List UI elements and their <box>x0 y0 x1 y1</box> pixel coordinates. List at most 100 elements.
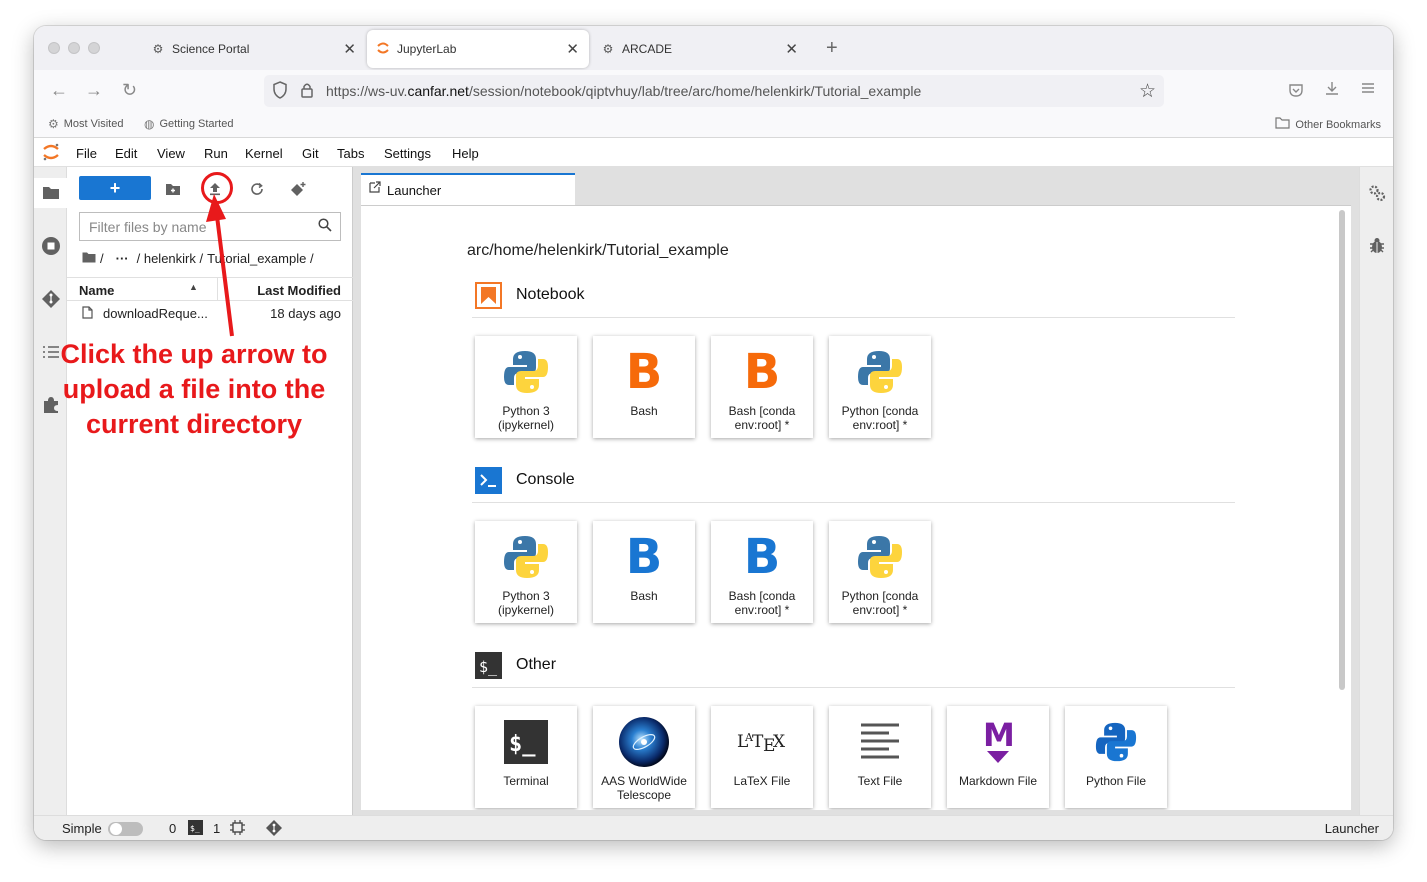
browser-tab-arcade[interactable]: ⚙ ARCADE ✕ <box>590 30 808 68</box>
launcher-card-text-file[interactable]: Text File <box>829 706 931 808</box>
crumb-ellipsis[interactable]: ··· <box>116 251 129 266</box>
card-label: LaTeX File <box>733 774 791 788</box>
bookmark-most-visited[interactable]: ⚙ Most Visited <box>48 117 123 131</box>
url-bar[interactable]: https://ws-uv.canfar.net/session/noteboo… <box>264 75 1164 107</box>
minimize-window-button[interactable] <box>68 42 80 54</box>
terminal-status-icon[interactable]: $_ <box>188 820 203 838</box>
jupyter-menubar: File Edit View Run Kernel Git Tabs Setti… <box>34 139 1393 167</box>
menu-file[interactable]: File <box>76 146 97 161</box>
jupyter-logo-icon <box>42 142 60 162</box>
launcher-cwd: arc/home/helenkirk/Tutorial_example <box>467 242 729 259</box>
browser-tab-jupyterlab[interactable]: JupyterLab ✕ <box>367 30 589 68</box>
browser-window: ⚙ Science Portal ✕ JupyterLab ✕ ⚙ ARCADE… <box>34 26 1393 840</box>
new-tab-plus-icon[interactable]: + <box>826 38 838 58</box>
kernel-chip-icon[interactable] <box>230 820 245 838</box>
menu-git[interactable]: Git <box>302 146 319 161</box>
shield-icon[interactable] <box>272 81 288 104</box>
home-folder-icon[interactable] <box>82 251 96 266</box>
launcher-card-latex-file[interactable]: LATEX LaTeX File <box>711 706 813 808</box>
close-tab-icon[interactable]: ✕ <box>343 40 356 58</box>
gear-icon: ⚙ <box>48 117 59 131</box>
file-icon <box>82 306 93 322</box>
svg-text:$_: $_ <box>479 658 498 676</box>
python-logo-icon <box>854 346 906 398</box>
menu-help[interactable]: Help <box>452 146 479 161</box>
other-bookmarks[interactable]: Other Bookmarks <box>1275 117 1381 132</box>
card-label: Python [conda env:root] * <box>841 404 919 432</box>
launcher-card-python-conda-notebook[interactable]: Python [conda env:root] * <box>829 336 931 438</box>
launcher-scrollbar[interactable] <box>1339 210 1345 690</box>
launcher-card-worldwide-telescope[interactable]: AAS WorldWide Telescope <box>593 706 695 808</box>
close-window-button[interactable] <box>48 42 60 54</box>
main-dock-area: Launcher arc/home/helenkirk/Tutorial_exa… <box>353 167 1359 815</box>
new-folder-icon[interactable] <box>163 179 183 199</box>
card-label: Python File <box>1085 774 1147 788</box>
bookmark-star-icon[interactable]: ☆ <box>1139 80 1156 103</box>
launcher-card-bash-console[interactable]: B Bash <box>593 521 695 623</box>
git-status-icon[interactable] <box>265 819 283 840</box>
file-browser-folder-icon[interactable] <box>40 182 62 204</box>
url-text[interactable]: https://ws-uv.canfar.net/session/noteboo… <box>326 83 921 99</box>
launcher-card-python-file[interactable]: Python File <box>1065 706 1167 808</box>
launcher-card-python-conda-console[interactable]: Python [conda env:root] * <box>829 521 931 623</box>
close-tab-icon[interactable]: ✕ <box>566 40 579 58</box>
back-arrow-icon[interactable]: ← <box>50 80 68 100</box>
browser-tab-science-portal[interactable]: ⚙ Science Portal ✕ <box>140 30 366 68</box>
reload-icon[interactable]: ↻ <box>122 80 137 100</box>
git-clone-icon[interactable] <box>289 179 309 199</box>
tab-title: JupyterLab <box>397 42 457 56</box>
section-divider <box>472 317 1235 318</box>
bookmark-label: Other Bookmarks <box>1295 118 1381 131</box>
column-last-modified[interactable]: Last Modified <box>257 283 341 298</box>
menu-edit[interactable]: Edit <box>115 146 137 161</box>
menu-settings[interactable]: Settings <box>384 146 431 161</box>
crumb-root[interactable]: / <box>100 251 104 266</box>
launcher-card-python3-notebook[interactable]: Python 3 (ipykernel) <box>475 336 577 438</box>
downloads-icon[interactable] <box>1324 80 1340 100</box>
bookmark-getting-started[interactable]: ◍ Getting Started <box>144 117 233 131</box>
debugger-bug-icon[interactable] <box>1366 235 1388 257</box>
svg-text:X: X <box>773 732 786 752</box>
callout-line: upload a file into the <box>62 374 326 404</box>
telescope-globe-icon <box>618 716 670 768</box>
file-modified: 18 days ago <box>270 306 341 321</box>
current-activity-label: Launcher <box>1324 821 1379 836</box>
forward-arrow-icon[interactable]: → <box>85 80 103 100</box>
callout-line: Click the up arrow to <box>60 339 328 369</box>
pocket-icon[interactable] <box>1288 82 1304 104</box>
column-name[interactable]: Name <box>79 283 114 298</box>
portal-favicon-icon: ⚙ <box>152 42 164 56</box>
svg-text:M: M <box>983 718 1015 754</box>
menu-view[interactable]: View <box>157 146 185 161</box>
menu-run[interactable]: Run <box>204 146 228 161</box>
svg-text:$_: $_ <box>190 824 200 833</box>
tab-launcher[interactable]: Launcher <box>361 173 575 205</box>
zoom-window-button[interactable] <box>88 42 100 54</box>
lock-icon[interactable] <box>300 82 314 103</box>
launcher-card-python3-console[interactable]: Python 3 (ipykernel) <box>475 521 577 623</box>
svg-text:$_: $_ <box>509 732 536 757</box>
menu-tabs[interactable]: Tabs <box>337 146 364 161</box>
left-activity-bar <box>34 167 67 815</box>
launcher-card-markdown-file[interactable]: M Markdown File <box>947 706 1049 808</box>
refresh-icon[interactable] <box>247 179 267 199</box>
simple-mode-toggle[interactable] <box>108 822 143 836</box>
launcher-card-bash-notebook[interactable]: B Bash <box>593 336 695 438</box>
launcher-card-bash-conda-notebook[interactable]: B Bash [conda env:root] * <box>711 336 813 438</box>
arcade-favicon-icon: ⚙ <box>602 42 614 56</box>
kernel-count[interactable]: 1 <box>213 821 220 836</box>
terminal-count[interactable]: 0 <box>169 821 176 836</box>
new-launcher-button[interactable]: + <box>79 176 151 200</box>
property-inspector-gears-icon[interactable] <box>1366 182 1388 204</box>
card-label: Terminal <box>503 774 549 788</box>
globe-icon: ◍ <box>144 117 155 131</box>
launcher-card-terminal[interactable]: $_ Terminal <box>475 706 577 808</box>
git-icon[interactable] <box>40 288 62 310</box>
app-menu-icon[interactable] <box>1360 80 1376 100</box>
python-logo-icon <box>500 346 552 398</box>
running-sessions-icon[interactable] <box>40 235 62 257</box>
launcher-card-bash-conda-console[interactable]: B Bash [conda env:root] * <box>711 521 813 623</box>
close-tab-icon[interactable]: ✕ <box>785 40 798 58</box>
simple-mode-label: Simple <box>62 821 102 836</box>
menu-kernel[interactable]: Kernel <box>245 146 283 161</box>
